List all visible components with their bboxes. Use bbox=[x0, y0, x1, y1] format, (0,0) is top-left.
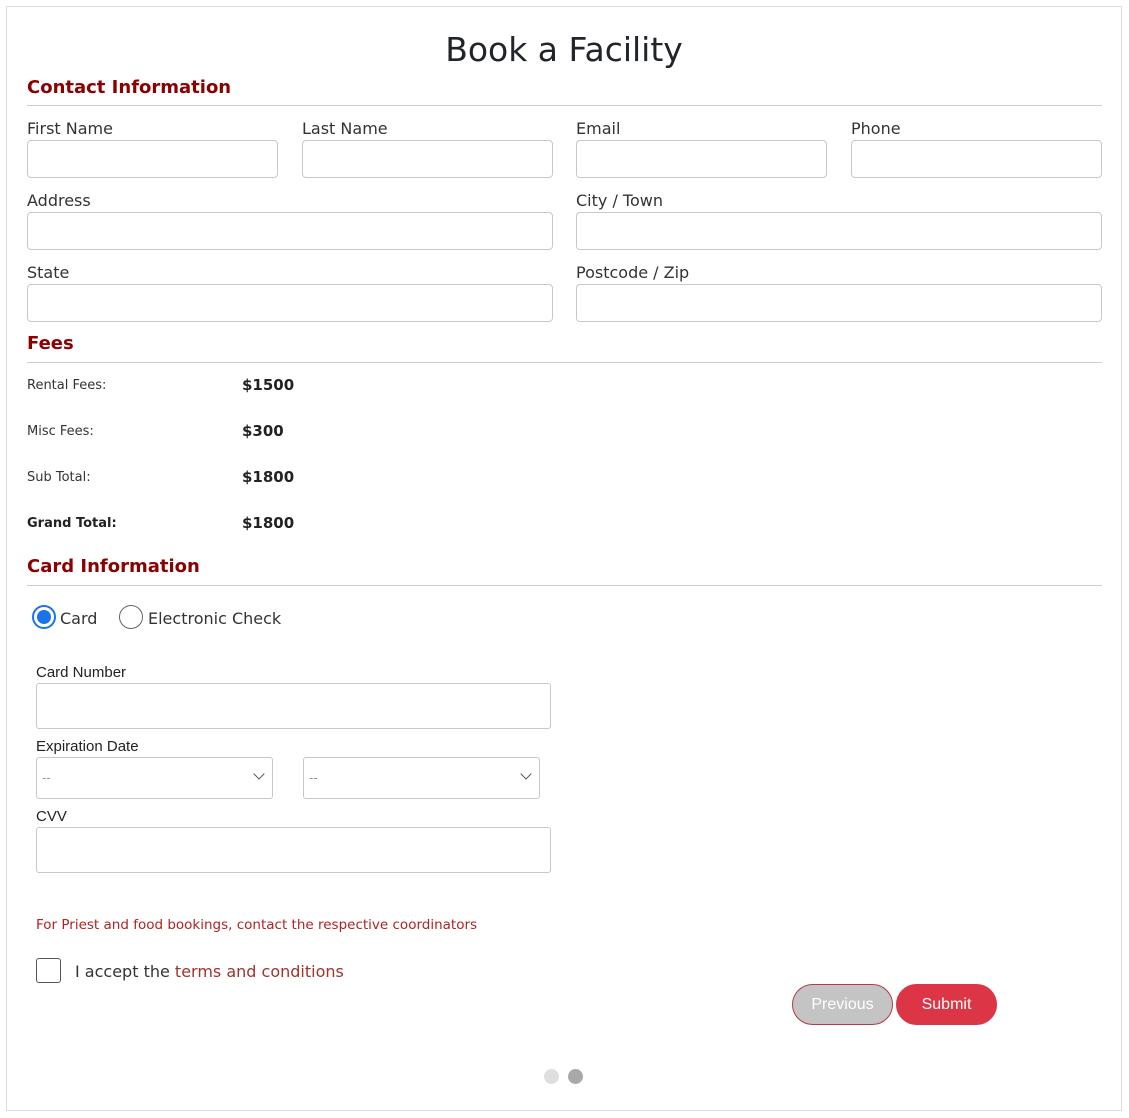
submit-button[interactable]: Submit bbox=[896, 984, 997, 1025]
postcode-label: Postcode / Zip bbox=[576, 263, 690, 282]
terms-and-conditions-link[interactable]: terms and conditions bbox=[175, 962, 344, 981]
pagination-dot-1[interactable] bbox=[544, 1069, 559, 1084]
electronic-check-radio[interactable] bbox=[119, 605, 143, 629]
booking-form-card: Book a Facility Contact Information Firs… bbox=[6, 6, 1122, 1111]
card-radio[interactable] bbox=[32, 605, 56, 629]
rental-fees-value: $1500 bbox=[242, 376, 295, 394]
accept-terms-prefix: I accept the bbox=[75, 962, 170, 981]
city-input[interactable] bbox=[576, 212, 1102, 250]
card-number-input[interactable] bbox=[36, 683, 551, 729]
fees-divider bbox=[27, 362, 1102, 363]
card-section-heading: Card Information bbox=[27, 556, 200, 577]
state-input[interactable] bbox=[27, 284, 553, 322]
chevron-down-icon bbox=[253, 768, 265, 780]
rental-fees-label: Rental Fees: bbox=[27, 378, 107, 393]
booking-notice: For Priest and food bookings, contact th… bbox=[36, 917, 478, 933]
cvv-label: CVV bbox=[36, 808, 67, 825]
contact-divider bbox=[27, 105, 1102, 106]
last-name-input[interactable] bbox=[302, 140, 553, 178]
electronic-check-radio-label: Electronic Check bbox=[148, 609, 282, 628]
sub-total-label: Sub Total: bbox=[27, 470, 91, 485]
expiration-month-value: -- bbox=[42, 770, 51, 785]
misc-fees-label: Misc Fees: bbox=[27, 424, 94, 439]
accept-terms-checkbox[interactable] bbox=[36, 958, 61, 983]
email-input[interactable] bbox=[576, 140, 827, 178]
expiration-date-label: Expiration Date bbox=[36, 738, 139, 755]
card-number-label: Card Number bbox=[36, 664, 127, 681]
address-input[interactable] bbox=[27, 212, 553, 250]
chevron-down-icon bbox=[520, 768, 532, 780]
page-title: Book a Facility bbox=[445, 30, 683, 69]
grand-total-value: $1800 bbox=[242, 514, 295, 532]
phone-label: Phone bbox=[851, 119, 901, 138]
card-radio-label: Card bbox=[60, 609, 98, 628]
fees-section-heading: Fees bbox=[27, 333, 74, 354]
cvv-input[interactable] bbox=[36, 827, 551, 873]
card-divider bbox=[27, 585, 1102, 586]
state-label: State bbox=[27, 263, 70, 282]
email-label: Email bbox=[576, 119, 621, 138]
sub-total-value: $1800 bbox=[242, 468, 295, 486]
pagination-dot-2-active[interactable] bbox=[568, 1069, 583, 1084]
first-name-label: First Name bbox=[27, 119, 113, 138]
misc-fees-value: $300 bbox=[242, 422, 284, 440]
previous-button[interactable]: Previous bbox=[792, 984, 893, 1025]
expiration-year-select[interactable]: -- bbox=[303, 757, 540, 799]
contact-section-heading: Contact Information bbox=[27, 77, 232, 98]
first-name-input[interactable] bbox=[27, 140, 278, 178]
address-label: Address bbox=[27, 191, 91, 210]
expiration-year-value: -- bbox=[309, 770, 318, 785]
expiration-month-select[interactable]: -- bbox=[36, 757, 273, 799]
grand-total-label: Grand Total: bbox=[27, 516, 117, 531]
last-name-label: Last Name bbox=[302, 119, 388, 138]
phone-input[interactable] bbox=[851, 140, 1102, 178]
city-label: City / Town bbox=[576, 191, 663, 210]
postcode-input[interactable] bbox=[576, 284, 1102, 322]
accept-terms-text: I accept the terms and conditions bbox=[75, 962, 344, 981]
